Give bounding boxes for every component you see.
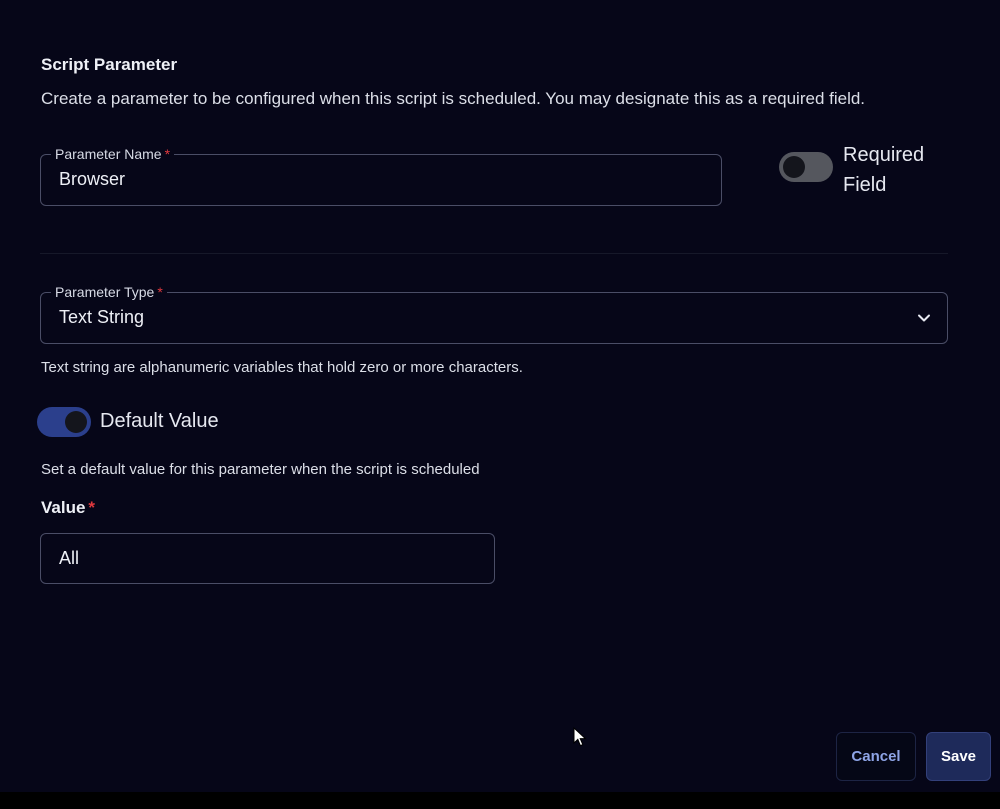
parameter-name-field[interactable]: Parameter Name * Browser <box>40 145 722 206</box>
parameter-name-value[interactable]: Browser <box>59 169 125 190</box>
value-input[interactable] <box>40 533 495 584</box>
default-value-label: Default Value <box>100 410 219 432</box>
cancel-button[interactable]: Cancel <box>836 732 916 781</box>
default-value-help-text: Set a default value for this parameter w… <box>41 461 480 478</box>
parameter-type-label: Parameter Type * <box>51 283 167 301</box>
parameter-name-label: Parameter Name * <box>51 145 175 163</box>
toggle-knob <box>65 411 87 433</box>
required-asterisk: * <box>88 498 96 517</box>
parameter-type-selected-value: Text String <box>59 307 145 327</box>
required-field-label: Required Field <box>843 144 925 196</box>
script-parameter-dialog: Script Parameter Create a parameter to b… <box>0 0 1000 792</box>
section-divider <box>40 253 948 254</box>
parameter-type-select[interactable]: Parameter Type * Text String <box>40 283 948 344</box>
value-label: Value * <box>41 498 96 517</box>
save-button[interactable]: Save <box>926 732 991 781</box>
chevron-down-icon[interactable] <box>917 311 931 325</box>
default-value-toggle[interactable] <box>37 407 91 437</box>
required-field-toggle[interactable] <box>779 152 833 182</box>
required-asterisk: * <box>164 146 171 162</box>
section-description: Create a parameter to be configured when… <box>41 89 866 108</box>
mouse-cursor-icon <box>573 727 587 747</box>
required-asterisk: * <box>157 284 163 300</box>
toggle-knob <box>783 156 805 178</box>
section-title: Script Parameter <box>41 55 178 74</box>
parameter-type-help-text: Text string are alphanumeric variables t… <box>41 359 523 376</box>
